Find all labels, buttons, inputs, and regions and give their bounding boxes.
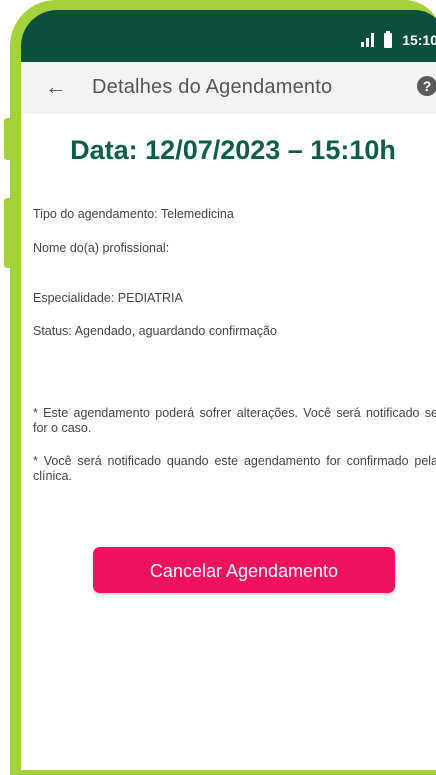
specialty: Especialidade: PEDIATRIA bbox=[33, 291, 183, 305]
page-title: Detalhes do Agendamento bbox=[92, 76, 333, 98]
side-button-top bbox=[4, 118, 13, 160]
status-bar: 15:10 bbox=[21, 10, 436, 62]
arrow-left-icon[interactable]: ← bbox=[45, 74, 67, 100]
appointment-type: Tipo do agendamento: Telemedicina bbox=[33, 207, 234, 221]
status-time: 15:10 bbox=[402, 32, 436, 48]
app-bar: ← Detalhes do Agendamento ? bbox=[21, 62, 436, 114]
note-confirmation: * Você será notificado quando este agend… bbox=[33, 454, 436, 483]
question-circle-icon[interactable]: ? bbox=[417, 76, 436, 96]
professional-name: Nome do(a) profissional: bbox=[33, 241, 170, 255]
phone-frame: 15:10 ← Detalhes do Agendamento ? Data: … bbox=[10, 0, 436, 775]
cancel-appointment-button[interactable]: Cancelar Agendamento bbox=[93, 547, 395, 593]
battery-icon bbox=[384, 30, 393, 48]
appointment-status: Status: Agendado, aguardando confirmação bbox=[33, 324, 277, 338]
appointment-date-heading: Data: 12/07/2023 – 15:10h bbox=[70, 135, 396, 165]
note-changes: * Este agendamento poderá sofrer alteraç… bbox=[33, 406, 436, 435]
side-button-bottom bbox=[4, 198, 13, 268]
signal-icon bbox=[361, 33, 375, 47]
status-bar-right: 15:10 bbox=[361, 30, 436, 48]
screen: 15:10 ← Detalhes do Agendamento ? Data: … bbox=[21, 10, 436, 770]
